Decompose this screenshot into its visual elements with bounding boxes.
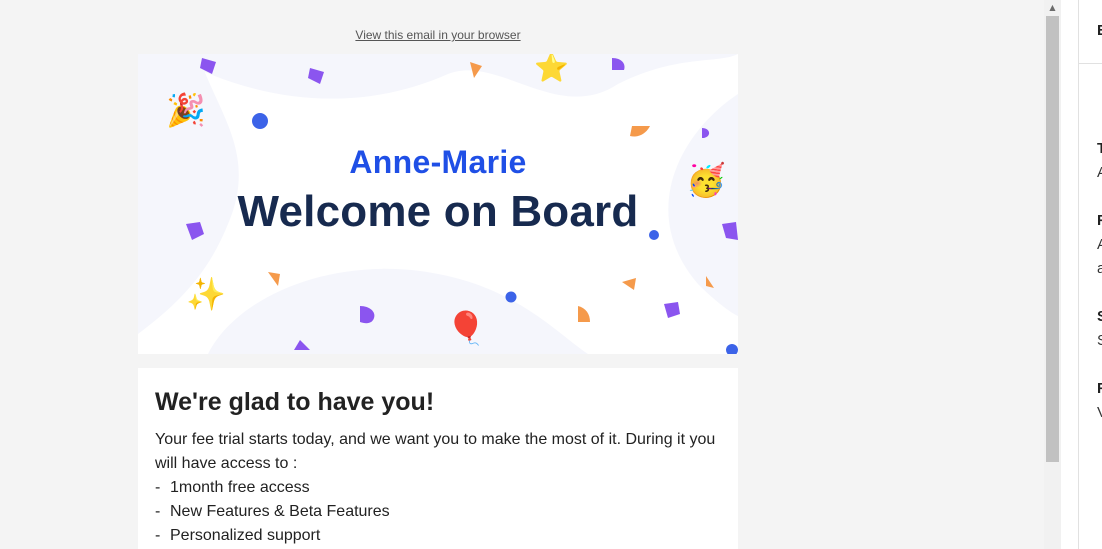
panel-field-value: A [1097, 164, 1102, 181]
panel-field-value: a [1097, 260, 1102, 277]
party-popper-icon: 🎉 [166, 91, 206, 129]
welcome-hero-banner: 🎉 ⭐ 🥳 ✨ 🎈 Anne-Marie Welcome on Board [138, 54, 738, 354]
panel-header-divider [1079, 63, 1102, 64]
list-item: -1month free access [155, 476, 390, 500]
panel-divider [1078, 0, 1079, 549]
scroll-up-arrow-icon[interactable]: ▲ [1044, 0, 1061, 16]
email-preview-pane: View this email in your browser 🎉 ⭐ 🥳 ✨ … [0, 0, 1044, 549]
recipient-name: Anne-Marie [349, 144, 527, 180]
list-item-text: 1month free access [170, 479, 310, 496]
list-item-text: Personalized support [170, 527, 321, 544]
panel-field-label: T [1097, 140, 1102, 157]
list-item: - New Features & Beta Features [155, 500, 390, 524]
list-item-text: New Features & Beta Features [170, 503, 390, 520]
email-body-card: We're glad to have you! Your fee trial s… [138, 368, 738, 549]
sparkles-icon: ✨ [186, 275, 226, 313]
list-bullet: - [155, 527, 161, 544]
panel-field-value: S [1097, 332, 1102, 349]
list-item: - Personalized support [155, 524, 390, 548]
panel-field-value: A [1097, 236, 1102, 253]
panel-field-value: V [1097, 404, 1102, 421]
feature-list: -1month free access - New Features & Beta… [155, 476, 390, 548]
panel-field-label: F [1097, 380, 1102, 397]
star-icon: ⭐ [534, 54, 569, 84]
balloon-icon: 🎈 [446, 309, 486, 347]
panel-field-label: F [1097, 212, 1102, 229]
list-bullet: - [155, 479, 161, 496]
panel-header: E [1097, 22, 1102, 39]
welcome-title: Welcome on Board [237, 187, 639, 236]
vertical-scrollbar[interactable]: ▲ ▼ [1044, 0, 1073, 549]
body-heading: We're glad to have you! [155, 388, 435, 416]
confetti-piece [505, 291, 517, 303]
confetti-piece [252, 113, 268, 129]
details-side-panel: E T A F A a S S F V [1061, 0, 1102, 549]
view-in-browser-link[interactable]: View this email in your browser [0, 28, 876, 42]
list-bullet: - [155, 503, 161, 520]
scrollbar-thumb[interactable] [1046, 16, 1059, 462]
panel-field-label: S [1097, 308, 1102, 325]
body-intro-text: Your fee trial starts today, and we want… [155, 431, 716, 472]
